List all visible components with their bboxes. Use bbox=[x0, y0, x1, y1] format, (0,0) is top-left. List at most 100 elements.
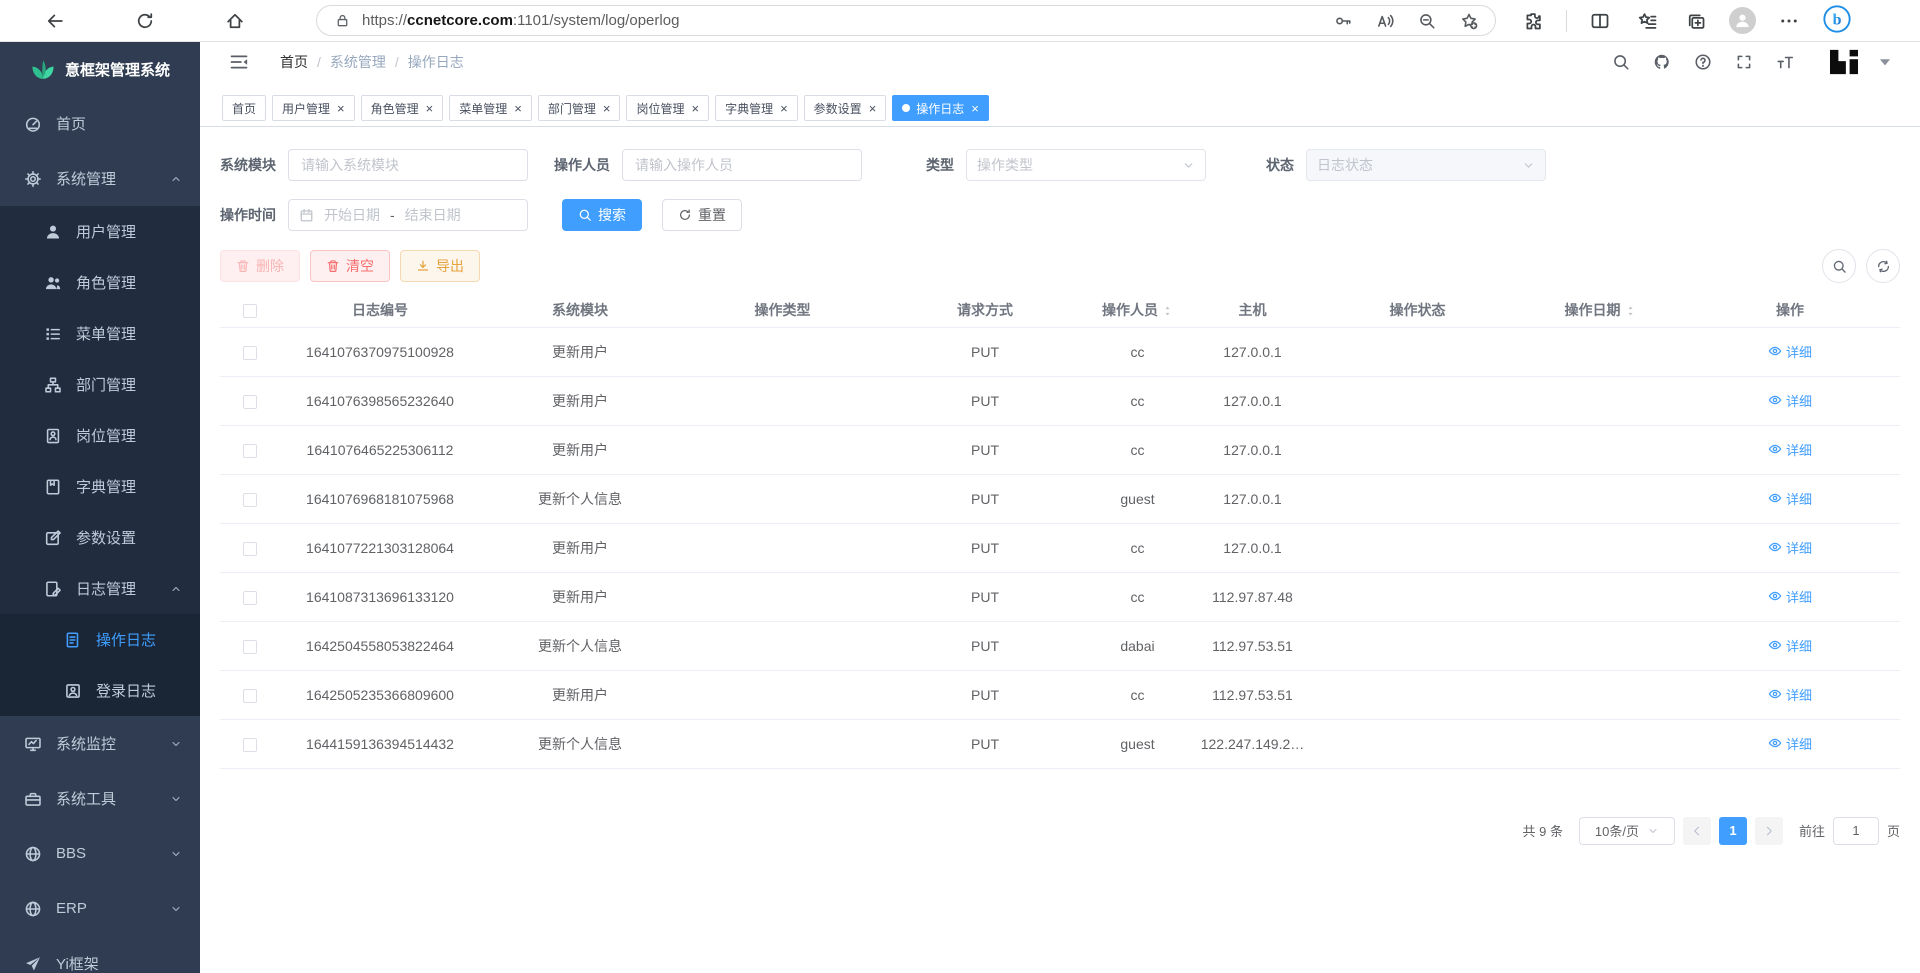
search-button[interactable]: 搜索 bbox=[562, 199, 642, 231]
column-header[interactable]: 操作 bbox=[1680, 293, 1900, 327]
delete-button[interactable]: 删除 bbox=[220, 250, 300, 282]
column-header[interactable]: 操作人员 bbox=[1085, 293, 1190, 327]
add-favorite-button[interactable] bbox=[1455, 7, 1483, 35]
next-page-button[interactable] bbox=[1755, 817, 1783, 845]
detail-link[interactable]: 详细 bbox=[1768, 440, 1812, 459]
row-checkbox[interactable] bbox=[243, 395, 257, 409]
row-checkbox[interactable] bbox=[243, 493, 257, 507]
read-aloud-button[interactable] bbox=[1371, 7, 1399, 35]
export-button[interactable]: 导出 bbox=[400, 250, 480, 282]
browser-menu-button[interactable] bbox=[1774, 6, 1804, 36]
sidebar-item-system[interactable]: 系统管理 bbox=[0, 151, 200, 206]
operator-input[interactable] bbox=[622, 149, 862, 181]
sidebar-item-loginlog[interactable]: 登录日志 bbox=[0, 665, 200, 716]
row-checkbox[interactable] bbox=[243, 591, 257, 605]
tab-dict[interactable]: 字典管理× bbox=[715, 95, 798, 121]
tab-operlog[interactable]: 操作日志× bbox=[892, 95, 989, 121]
sidebar-item-role[interactable]: 角色管理 bbox=[0, 257, 200, 308]
tab-close-icon[interactable]: × bbox=[514, 102, 522, 115]
module-input[interactable] bbox=[288, 149, 528, 181]
page-size-select[interactable]: 10条/页 bbox=[1579, 817, 1675, 845]
sidebar-item-bbs[interactable]: BBS bbox=[0, 826, 200, 881]
bing-chat-button[interactable]: b bbox=[1822, 4, 1852, 37]
sidebar-item-operlog[interactable]: 操作日志 bbox=[0, 614, 200, 665]
row-checkbox[interactable] bbox=[243, 444, 257, 458]
detail-link[interactable]: 详细 bbox=[1768, 342, 1812, 361]
goto-page-input[interactable] bbox=[1833, 817, 1879, 845]
tab-param[interactable]: 参数设置× bbox=[804, 95, 887, 121]
tab-close-icon[interactable]: × bbox=[780, 102, 788, 115]
row-checkbox[interactable] bbox=[243, 738, 257, 752]
tab-post[interactable]: 岗位管理× bbox=[626, 95, 709, 121]
github-button[interactable] bbox=[1649, 49, 1675, 75]
row-checkbox[interactable] bbox=[243, 640, 257, 654]
detail-link[interactable]: 详细 bbox=[1768, 489, 1812, 508]
date-range-picker[interactable]: 开始日期 - 结束日期 bbox=[288, 199, 528, 231]
sidebar-item-tools[interactable]: 系统工具 bbox=[0, 771, 200, 826]
row-checkbox[interactable] bbox=[243, 689, 257, 703]
sidebar-item-param[interactable]: 参数设置 bbox=[0, 512, 200, 563]
sidebar-item-erp[interactable]: ERP bbox=[0, 881, 200, 936]
tab-close-icon[interactable]: × bbox=[337, 102, 345, 115]
column-header[interactable]: 日志编号 bbox=[280, 293, 480, 327]
fullscreen-button[interactable] bbox=[1731, 49, 1757, 75]
prev-page-button[interactable] bbox=[1683, 817, 1711, 845]
password-key-button[interactable] bbox=[1329, 7, 1357, 35]
sidebar-item-post[interactable]: 岗位管理 bbox=[0, 410, 200, 461]
address-bar[interactable]: https://ccnetcore.com:1101/system/log/op… bbox=[316, 5, 1496, 36]
sidebar-item-dept[interactable]: 部门管理 bbox=[0, 359, 200, 410]
column-header[interactable]: 操作状态 bbox=[1315, 293, 1520, 327]
yi-logo[interactable] bbox=[1827, 48, 1861, 76]
type-select[interactable]: 操作类型 bbox=[966, 149, 1206, 181]
favorites-bar-button[interactable] bbox=[1633, 6, 1663, 36]
header-search-button[interactable] bbox=[1608, 49, 1634, 75]
tab-close-icon[interactable]: × bbox=[869, 102, 877, 115]
column-header[interactable]: 系统模块 bbox=[480, 293, 680, 327]
row-checkbox[interactable] bbox=[243, 346, 257, 360]
breadcrumb-item[interactable]: 系统管理 bbox=[330, 52, 386, 72]
breadcrumb-item[interactable]: 首页 bbox=[280, 52, 308, 72]
tab-menu[interactable]: 菜单管理× bbox=[449, 95, 532, 121]
detail-link[interactable]: 详细 bbox=[1768, 587, 1812, 606]
column-header[interactable]: 请求方式 bbox=[885, 293, 1085, 327]
detail-link[interactable]: 详细 bbox=[1768, 538, 1812, 557]
tab-close-icon[interactable]: × bbox=[603, 102, 611, 115]
column-header[interactable]: 操作日期 bbox=[1520, 293, 1680, 327]
column-header[interactable]: 主机 bbox=[1190, 293, 1315, 327]
tab-close-icon[interactable]: × bbox=[691, 102, 699, 115]
home-button[interactable] bbox=[218, 4, 252, 38]
caret-down-icon[interactable] bbox=[1876, 53, 1894, 71]
current-page[interactable]: 1 bbox=[1719, 817, 1747, 845]
tab-role[interactable]: 角色管理× bbox=[361, 95, 444, 121]
sidebar-item-user[interactable]: 用户管理 bbox=[0, 206, 200, 257]
help-button[interactable] bbox=[1690, 49, 1716, 75]
sidebar-item-monitor[interactable]: 系统监控 bbox=[0, 716, 200, 771]
clear-button[interactable]: 清空 bbox=[310, 250, 390, 282]
detail-link[interactable]: 详细 bbox=[1768, 685, 1812, 704]
extensions-button[interactable] bbox=[1518, 6, 1548, 36]
detail-link[interactable]: 详细 bbox=[1768, 734, 1812, 753]
back-button[interactable] bbox=[38, 4, 72, 38]
detail-link[interactable]: 详细 bbox=[1768, 391, 1812, 410]
sidebar-item-log[interactable]: 日志管理 bbox=[0, 563, 200, 614]
reload-button[interactable] bbox=[128, 4, 162, 38]
tab-close-icon[interactable]: × bbox=[426, 102, 434, 115]
refresh-table-button[interactable] bbox=[1866, 249, 1900, 283]
sidebar-item-menu[interactable]: 菜单管理 bbox=[0, 308, 200, 359]
zoom-out-button[interactable] bbox=[1413, 7, 1441, 35]
tab-close-icon[interactable]: × bbox=[971, 102, 979, 115]
select-all-checkbox[interactable] bbox=[243, 304, 257, 318]
font-size-button[interactable] bbox=[1772, 49, 1798, 75]
app-logo[interactable]: 意框架管理系统 bbox=[0, 42, 200, 96]
sidebar-item-home[interactable]: 首页 bbox=[0, 96, 200, 151]
sidebar-item-dict[interactable]: 字典管理 bbox=[0, 461, 200, 512]
sidebar-item-yiframe[interactable]: Yi框架 bbox=[0, 936, 200, 973]
show-search-toggle-button[interactable] bbox=[1822, 249, 1856, 283]
status-select[interactable]: 日志状态 bbox=[1306, 149, 1546, 181]
tab-dept[interactable]: 部门管理× bbox=[538, 95, 621, 121]
sidebar-toggle-button[interactable] bbox=[222, 45, 256, 79]
collections-button[interactable] bbox=[1681, 6, 1711, 36]
split-screen-button[interactable] bbox=[1585, 6, 1615, 36]
column-header[interactable]: 操作类型 bbox=[680, 293, 885, 327]
row-checkbox[interactable] bbox=[243, 542, 257, 556]
